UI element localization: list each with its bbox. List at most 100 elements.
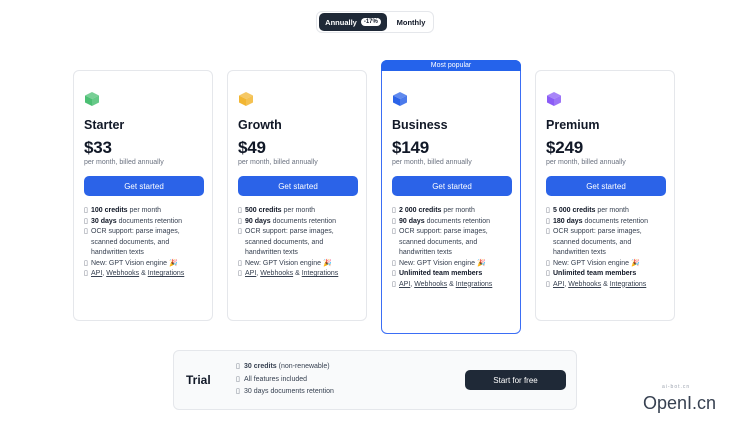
integrations-link[interactable]: Integrations: [302, 270, 339, 277]
feature-item: ▯ OCR support: parse images, scanned docu…: [84, 227, 202, 259]
plan-card-2: Most popular Business $149 per month, bille…: [381, 60, 521, 334]
webhooks-link[interactable]: Webhooks: [568, 281, 601, 288]
plan-card-0: Starter $33 per month, billed annually Get …: [73, 70, 213, 321]
annually-label: Annually: [325, 17, 357, 27]
integrations-link[interactable]: Integrations: [148, 270, 185, 277]
team-members-text: Unlimited team members: [553, 270, 637, 277]
feature-text: New: GPT Vision engine 🎉: [399, 259, 486, 267]
and-separator: &: [601, 280, 610, 288]
billing-note: per month, billed annually: [84, 159, 164, 166]
annually-option[interactable]: Annually -17%: [319, 13, 387, 31]
feature-bullet-icon: ▯: [392, 207, 396, 214]
webhooks-link[interactable]: Webhooks: [106, 270, 139, 277]
plan-name: Starter: [84, 118, 125, 132]
start-for-free-button[interactable]: Start for free: [465, 370, 566, 390]
feature-item: ▯ OCR support: parse images, scanned docu…: [238, 227, 356, 259]
feature-bullet-icon: ▯: [236, 388, 240, 395]
feature-bullet-icon: ▯: [238, 207, 242, 214]
plan-price: $33: [84, 138, 112, 157]
monthly-option[interactable]: Monthly: [391, 13, 431, 31]
feature-bullet-icon: ▯: [84, 217, 88, 225]
webhooks-link[interactable]: Webhooks: [414, 281, 447, 288]
feature-bullet-icon: ▯: [546, 228, 550, 235]
feature-item: ▯ 2 000 credits per month: [392, 206, 510, 217]
trial-feature-list: ▯ 30 credits (non-renewable) ▯ All features…: [236, 361, 334, 399]
discount-badge: -17%: [360, 18, 381, 26]
webhooks-link[interactable]: Webhooks: [260, 270, 293, 277]
feature-item: ▯ 180 days documents retention: [546, 217, 664, 228]
feature-bullet-icon: ▯: [84, 207, 88, 214]
get-started-button[interactable]: Get started: [84, 176, 204, 196]
feature-list: ▯ 2 000 credits per month ▯ 90 days documen…: [392, 206, 510, 290]
feature-bullet-icon: ▯: [392, 270, 396, 277]
watermark: OpenI.cn: [643, 393, 717, 413]
plan-card-3: Premium $249 per month, billed annually Get…: [535, 70, 675, 321]
get-started-button[interactable]: Get started: [238, 176, 358, 196]
feature-bullet-icon: ▯: [392, 217, 396, 225]
green-cube-icon: [84, 91, 202, 107]
feature-bullet-icon: ▯: [546, 217, 550, 225]
feature-item: ▯ New: GPT Vision engine 🎉: [392, 259, 510, 270]
feature-text: documents retention: [424, 217, 491, 225]
trial-feature-item: ▯ 30 credits (non-renewable): [236, 361, 334, 374]
feature-text: New: GPT Vision engine 🎉: [91, 259, 178, 267]
get-started-button[interactable]: Get started: [392, 176, 512, 196]
billing-note: per month, billed annually: [238, 159, 318, 166]
feature-item: ▯ Unlimited team members: [546, 269, 664, 280]
billing-toggle: Annually -17% Monthly: [316, 11, 434, 33]
feature-text: New: GPT Vision engine 🎉: [245, 259, 332, 267]
plan-price: $49: [238, 138, 266, 157]
feature-text: documents retention: [116, 217, 183, 225]
feature-text: per month: [441, 207, 475, 214]
feature-bullet-icon: ▯: [84, 228, 88, 235]
blue-cube-icon: [392, 91, 510, 107]
plan-card-1: Growth $49 per month, billed annually Get s…: [227, 70, 367, 321]
most-popular-banner: Most popular: [381, 60, 521, 71]
plan-price: $249: [546, 138, 584, 157]
trial-feature-item: ▯ All features included: [236, 374, 334, 387]
feature-bold: 90 days: [399, 217, 425, 225]
feature-item: ▯ API, Webhooks & Integrations: [84, 269, 202, 280]
feature-item: ▯ 30 days documents retention: [84, 217, 202, 228]
feature-bullet-icon: ▯: [546, 280, 550, 288]
feature-bullet-icon: ▯: [546, 259, 550, 267]
feature-text: per month: [595, 207, 629, 214]
feature-item: ▯ API, Webhooks & Integrations: [238, 269, 356, 280]
feature-bold: 2 000 credits: [399, 207, 442, 214]
and-separator: &: [293, 270, 302, 277]
feature-item: ▯ New: GPT Vision engine 🎉: [238, 259, 356, 270]
api-link[interactable]: API: [91, 270, 102, 277]
integrations-link[interactable]: Integrations: [456, 281, 493, 288]
feature-bullet-icon: ▯: [236, 375, 240, 383]
trial-feature-item: ▯ 30 days documents retention: [236, 386, 334, 399]
feature-text: per month: [281, 207, 316, 214]
trial-feature-text: All features included: [244, 375, 308, 383]
api-link[interactable]: API: [245, 270, 256, 277]
api-link[interactable]: API: [399, 281, 410, 288]
feature-text: documents retention: [270, 217, 337, 225]
feature-bold: 90 days: [245, 217, 271, 225]
feature-text: OCR support: parse images, scanned docum…: [399, 228, 488, 256]
trial-feature-text: (non-renewable): [276, 363, 330, 370]
feature-bullet-icon: ▯: [392, 280, 396, 288]
feature-text: OCR support: parse images, scanned docum…: [245, 228, 334, 256]
billing-note: per month, billed annually: [546, 159, 626, 166]
billing-note: per month, billed annually: [392, 159, 472, 166]
integrations-link[interactable]: Integrations: [610, 281, 647, 288]
api-link[interactable]: API: [553, 281, 564, 288]
plan-name: Growth: [238, 118, 282, 132]
get-started-button[interactable]: Get started: [546, 176, 666, 196]
feature-bullet-icon: ▯: [392, 228, 396, 235]
feature-bold: 500 credits: [245, 207, 282, 214]
feature-text: documents retention: [582, 217, 648, 225]
watermark-small: ai-bot.cn: [662, 384, 691, 390]
feature-item: ▯ 90 days documents retention: [392, 217, 510, 228]
feature-bullet-icon: ▯: [392, 259, 396, 267]
feature-bold: 30 days: [91, 217, 117, 225]
purple-cube-icon: [546, 91, 664, 107]
feature-list: ▯ 100 credits per month ▯ 30 days documents…: [84, 206, 202, 280]
plan-price: $149: [392, 138, 430, 157]
feature-bullet-icon: ▯: [238, 228, 242, 235]
yellow-cube-icon: [238, 91, 356, 107]
feature-item: ▯ OCR support: parse images, scanned docu…: [392, 227, 510, 259]
